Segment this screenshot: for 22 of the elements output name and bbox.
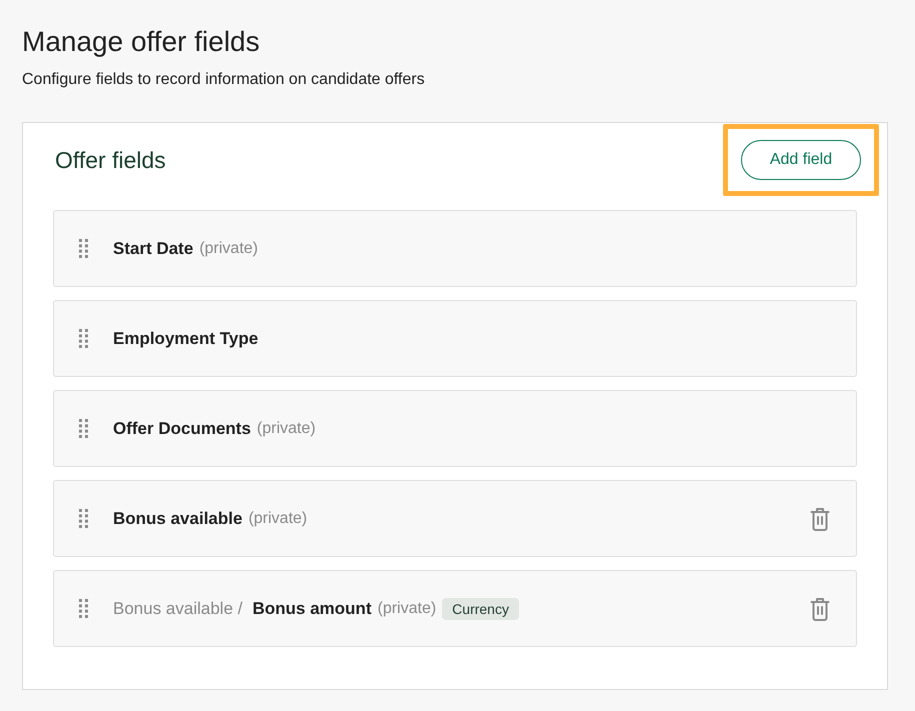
field-name: Start Date	[113, 238, 194, 258]
page-subtitle: Configure fields to record information on candidate offers	[22, 70, 425, 90]
trash-icon[interactable]	[810, 596, 830, 620]
field-note: (private)	[377, 600, 436, 618]
drag-handle-icon[interactable]	[79, 509, 88, 528]
drag-handle-icon[interactable]	[79, 239, 88, 258]
field-name: Employment Type	[113, 328, 258, 348]
field-note: (private)	[248, 510, 308, 528]
field-name: Offer Documents	[113, 418, 251, 438]
field-name: Bonus available	[113, 508, 242, 528]
field-type-tag: Currency	[442, 598, 519, 620]
drag-handle-icon[interactable]	[79, 599, 88, 618]
field-name: Bonus amount	[252, 598, 372, 618]
drag-handle-icon[interactable]	[79, 329, 88, 348]
parent-field-name: Bonus available /	[113, 598, 242, 618]
page-title: Manage offer fields	[22, 25, 260, 59]
trash-icon[interactable]	[810, 506, 830, 530]
field-note: (private)	[199, 240, 258, 258]
drag-handle-icon[interactable]	[79, 419, 88, 438]
add-field-button[interactable]: Add field	[741, 140, 861, 180]
card-title: Offer fields	[55, 146, 166, 175]
field-note: (private)	[256, 420, 316, 438]
